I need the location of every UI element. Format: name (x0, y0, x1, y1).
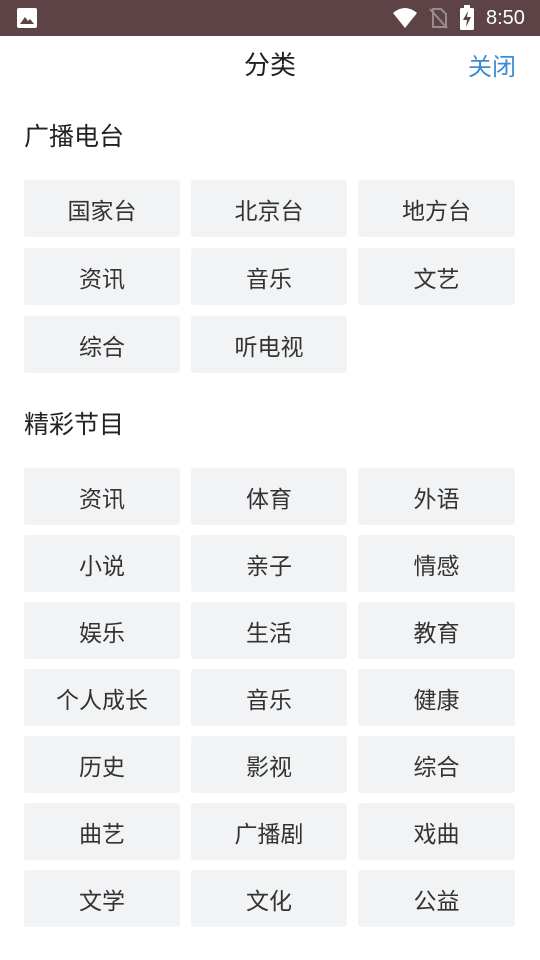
category-chip[interactable]: 北京台 (191, 180, 347, 237)
category-chip[interactable]: 国家台 (24, 180, 180, 237)
category-chip[interactable]: 资讯 (24, 248, 180, 305)
category-chip[interactable]: 影视 (191, 736, 347, 793)
battery-charging-icon (460, 5, 474, 30)
category-chip[interactable]: 公益 (358, 870, 515, 927)
section-title-radio: 广播电台 (24, 122, 125, 151)
category-chip[interactable]: 生活 (191, 602, 347, 659)
category-chip[interactable]: 音乐 (191, 248, 347, 305)
wifi-icon (393, 8, 417, 28)
category-chip[interactable]: 个人成长 (24, 669, 180, 726)
category-chip[interactable]: 曲艺 (24, 803, 180, 860)
category-chip[interactable]: 历史 (24, 736, 180, 793)
category-chip[interactable]: 资讯 (24, 468, 180, 525)
category-chip[interactable]: 文艺 (358, 248, 515, 305)
category-chip[interactable]: 戏曲 (358, 803, 515, 860)
category-chip[interactable]: 综合 (358, 736, 515, 793)
category-chip[interactable]: 音乐 (191, 669, 347, 726)
category-chip[interactable]: 亲子 (191, 535, 347, 592)
category-chip[interactable]: 外语 (358, 468, 515, 525)
image-icon (17, 8, 37, 28)
category-chip[interactable]: 体育 (191, 468, 347, 525)
status-bar: 8:50 (0, 0, 540, 36)
category-chip[interactable]: 文化 (191, 870, 347, 927)
category-chip[interactable]: 娱乐 (24, 602, 180, 659)
category-chip[interactable]: 广播剧 (191, 803, 347, 860)
category-chip[interactable]: 健康 (358, 669, 515, 726)
close-button[interactable]: 关闭 (468, 52, 516, 82)
category-chip[interactable]: 情感 (358, 535, 515, 592)
clock: 8:50 (486, 7, 525, 29)
category-chip[interactable]: 小说 (24, 535, 180, 592)
radio-category-grid: 国家台 北京台 地方台 资讯 音乐 文艺 综合 听电视 (24, 180, 516, 373)
category-chip[interactable]: 地方台 (358, 180, 515, 237)
category-chip[interactable]: 综合 (24, 316, 180, 373)
page-title: 分类 (243, 51, 296, 81)
section-title-programs: 精彩节目 (24, 410, 125, 439)
no-sim-icon (429, 8, 448, 29)
header: 分类 关闭 (0, 36, 540, 98)
program-category-grid: 资讯 体育 外语 小说 亲子 情感 娱乐 生活 教育 个人成长 音乐 健康 历史… (24, 468, 516, 927)
category-chip[interactable]: 教育 (358, 602, 515, 659)
category-chip[interactable]: 听电视 (191, 316, 347, 373)
category-chip[interactable]: 文学 (24, 870, 180, 927)
